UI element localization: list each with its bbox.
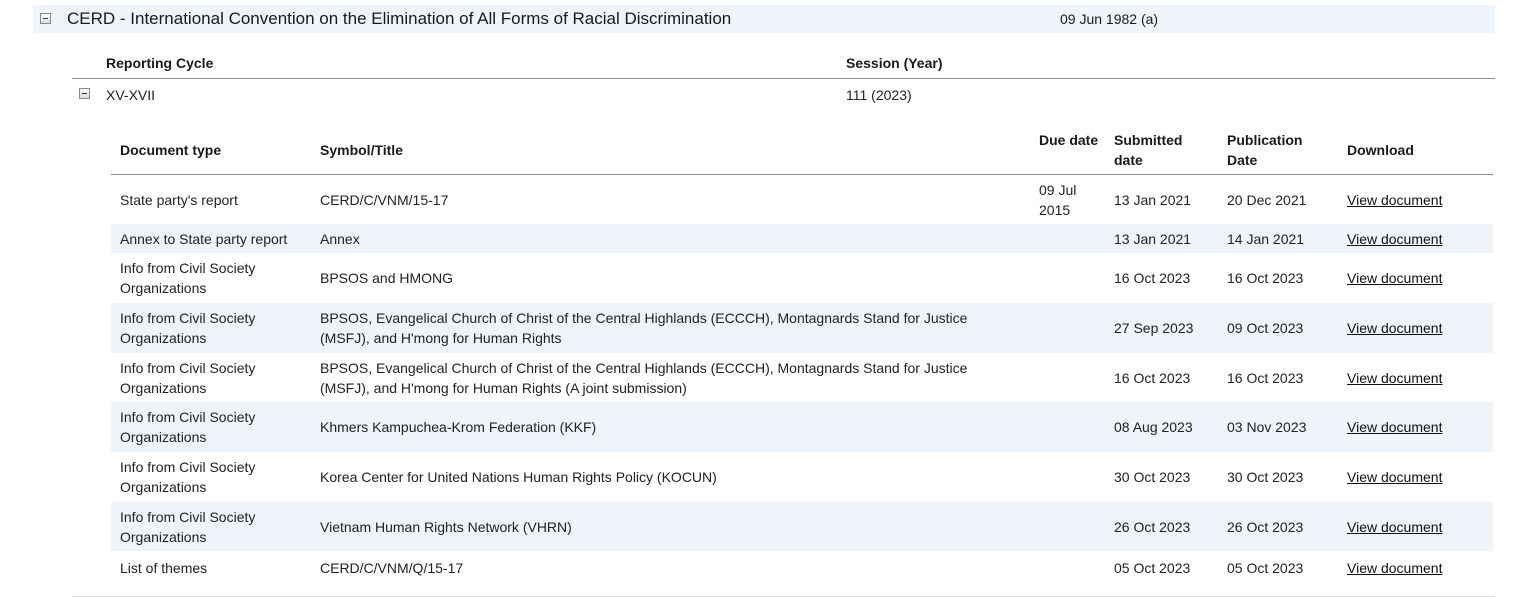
publication-date: 03 Nov 2023 [1227, 419, 1307, 435]
document-type: State party's report [120, 191, 238, 208]
document-symbol: BPSOS, Evangelical Church of Christ of t… [320, 310, 968, 346]
publication-date: 14 Jan 2021 [1227, 230, 1305, 247]
submitted-date: 08 Aug 2023 [1114, 419, 1193, 435]
reporting-cycle-row: XV-XVII 111 (2023) [72, 83, 1495, 109]
reporting-cycle-name: XV-XVII [106, 87, 156, 103]
download-column-header: Download [1347, 142, 1414, 158]
submitted-date: 26 Oct 2023 [1114, 518, 1191, 535]
document-symbol: Korea Center for United Nations Human Ri… [320, 469, 717, 485]
view-document-link[interactable]: View document [1347, 190, 1442, 210]
submitted-date: 13 Jan 2021 [1114, 230, 1192, 247]
symbol-title-column-header: Symbol/Title [320, 142, 403, 158]
submitted-date: 16 Oct 2023 [1114, 270, 1191, 286]
due-date: 09 Jul 2015 [1039, 181, 1077, 218]
document-type: Info from Civil Society Organizations [120, 459, 256, 495]
view-document-link[interactable]: View document [1347, 558, 1442, 578]
submitted-date: 16 Oct 2023 [1114, 369, 1191, 386]
submitted-date: 27 Sep 2023 [1114, 320, 1194, 336]
treaty-title: CERD - International Convention on the E… [67, 9, 732, 28]
view-document-link[interactable]: View document [1347, 467, 1442, 487]
document-symbol: BPSOS and HMONG [320, 270, 454, 286]
document-type: Info from Civil Society Organizations [120, 260, 256, 296]
session-year: 111 (2023) [846, 87, 912, 103]
document-type: Info from Civil Society Organizations [120, 508, 256, 545]
view-document-link[interactable]: View document [1347, 417, 1442, 437]
view-document-link[interactable]: View document [1347, 517, 1442, 537]
document-symbol: CERD/C/VNM/15-17 [320, 191, 449, 208]
document-symbol: BPSOS, Evangelical Church of Christ of t… [320, 359, 968, 396]
view-document-link[interactable]: View document [1347, 368, 1442, 388]
treaty-ratification-date: 09 Jun 1982 (a) [1060, 11, 1159, 27]
publication-date: 09 Oct 2023 [1227, 320, 1304, 336]
table-row: Info from Civil Society Organizations Ko… [111, 452, 1493, 502]
collapse-icon[interactable] [40, 13, 51, 24]
document-symbol: CERD/C/VNM/Q/15-17 [320, 559, 464, 576]
document-type: Info from Civil Society Organizations [120, 359, 256, 396]
publication-date: 30 Oct 2023 [1227, 469, 1304, 485]
table-row: Info from Civil Society Organizations Kh… [111, 402, 1493, 452]
view-document-link[interactable]: View document [1347, 318, 1442, 338]
documents-table-header: Document type Symbol/Title Due date Subm… [111, 124, 1493, 175]
session-column-header: Session (Year) [846, 55, 943, 71]
view-document-link[interactable]: View document [1347, 229, 1442, 249]
table-row: Info from Civil Society Organizations BP… [111, 303, 1493, 353]
reporting-cycle-header: Reporting Cycle Session (Year) [72, 48, 1495, 79]
submitted-date: 13 Jan 2021 [1114, 191, 1192, 208]
treaty-row: CERD - International Convention on the E… [33, 5, 1495, 33]
document-symbol: Vietnam Human Rights Network (VHRN) [320, 518, 572, 535]
publication-date: 26 Oct 2023 [1227, 518, 1304, 535]
document-symbol: Annex [320, 230, 360, 247]
publication-date: 20 Dec 2021 [1227, 191, 1307, 208]
submitted-date: 05 Oct 2023 [1114, 559, 1191, 576]
publication-date: 05 Oct 2023 [1227, 559, 1304, 576]
table-row: State party's report CERD/C/VNM/15-17 09… [111, 175, 1493, 224]
view-document-link[interactable]: View document [1347, 268, 1442, 288]
table-row: Info from Civil Society Organizations BP… [111, 353, 1493, 402]
table-row: Info from Civil Society Organizations BP… [111, 253, 1493, 303]
table-row: Info from Civil Society Organizations Vi… [111, 502, 1493, 551]
table-row: Annex to State party report Annex 13 Jan… [111, 224, 1493, 253]
documents-table-body: State party's report CERD/C/VNM/15-17 09… [111, 175, 1493, 584]
reporting-cycle-column-header: Reporting Cycle [106, 55, 214, 71]
document-symbol: Khmers Kampuchea-Krom Federation (KKF) [320, 419, 597, 435]
document-type: Annex to State party report [120, 230, 288, 247]
publication-date: 16 Oct 2023 [1227, 270, 1304, 286]
table-row: List of themes CERD/C/VNM/Q/15-17 05 Oct… [111, 551, 1493, 584]
document-type: Info from Civil Society Organizations [120, 409, 256, 445]
submitted-date: 30 Oct 2023 [1114, 469, 1191, 485]
document-type: List of themes [120, 559, 208, 576]
due-date-column-header: Due date [1039, 132, 1099, 148]
document-type: Info from Civil Society Organizations [120, 310, 256, 346]
document-type-column-header: Document type [120, 142, 222, 158]
publication-date: 16 Oct 2023 [1227, 369, 1304, 386]
publication-date-column-header: Publication Date [1227, 132, 1303, 168]
submitted-date-column-header: Submitted date [1114, 132, 1183, 168]
collapse-icon[interactable] [79, 88, 90, 99]
